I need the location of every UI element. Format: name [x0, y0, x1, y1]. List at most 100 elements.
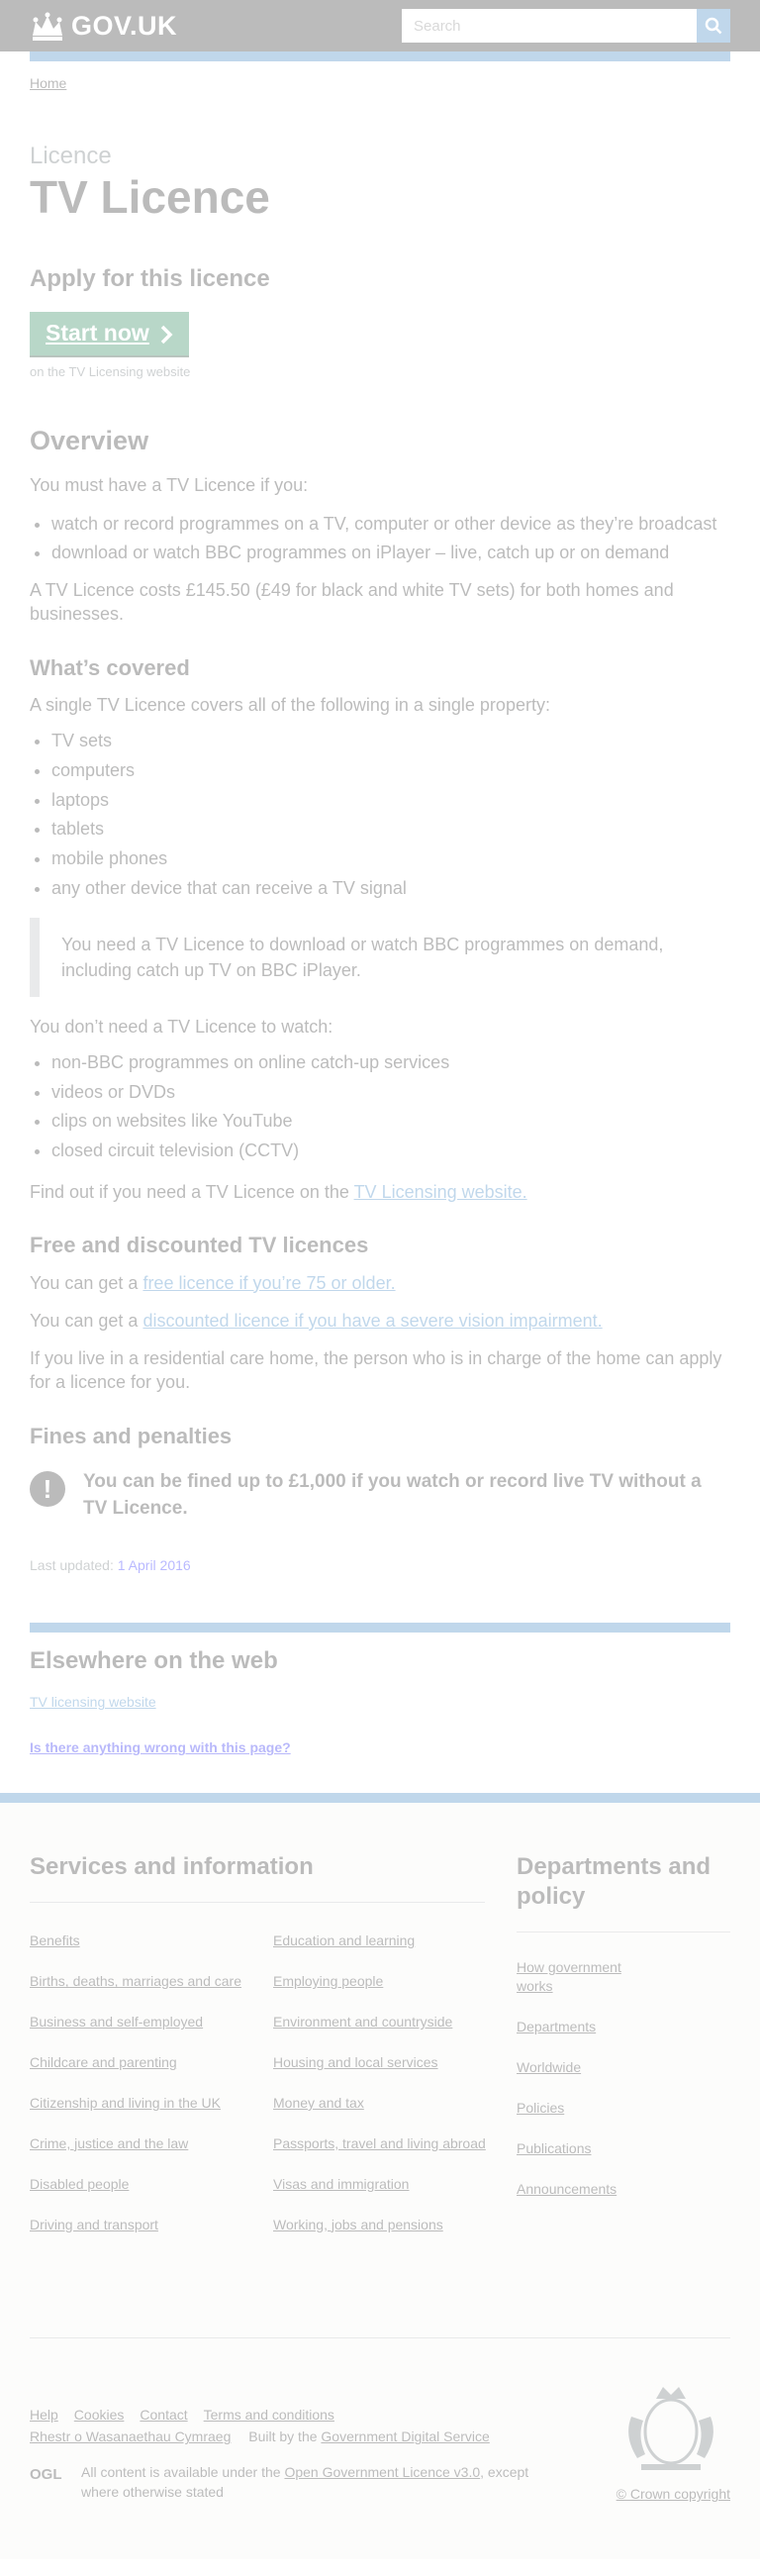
page-title: TV Licence [30, 171, 270, 223]
list-item: non-BBC programmes on online catch-up se… [51, 1048, 730, 1078]
page-caption: Licence [30, 143, 112, 169]
start-now-button[interactable]: Start now [30, 311, 189, 355]
footer-link[interactable]: Policies [517, 2099, 645, 2118]
footer-link[interactable]: Departments [517, 2018, 645, 2036]
covered-intro: A single TV Licence covers all of the fo… [30, 695, 550, 716]
footer-link[interactable]: Business and self-employed [30, 2013, 247, 2031]
not-needed-list: non-BBC programmes on online catch-up se… [30, 1048, 730, 1166]
free-licence-link[interactable]: free licence if you’re 75 or older. [142, 1273, 395, 1293]
help-link[interactable]: Help [30, 2407, 58, 2423]
ogl-logo-icon: OGL [30, 2465, 69, 2483]
built-by-prefix: Built by the [248, 2428, 322, 2445]
related-links: Elsewhere on the web TV licensing websit… [30, 1623, 730, 1712]
footer-link[interactable]: Crime, justice and the law [30, 2134, 247, 2153]
list-item: laptops [51, 786, 730, 816]
footer-link[interactable]: Money and tax [273, 2094, 491, 2113]
breadcrumb: Home [30, 75, 730, 91]
apply-heading: Apply for this licence [30, 264, 270, 292]
crown-copyright: © Crown copyright [617, 2486, 730, 2502]
free-licence-text: You can get a free licence if you’re 75 … [30, 1271, 730, 1295]
list-item: TV sets [51, 727, 730, 756]
overview-heading: Overview [30, 425, 149, 455]
warning-callout: ! You can be fined up to £1,000 if you w… [30, 1469, 730, 1522]
last-updated-date: 1 April 2016 [117, 1557, 191, 1574]
cookies-link[interactable]: Cookies [74, 2407, 125, 2423]
footer-link[interactable]: How government works [517, 1958, 645, 1996]
footer-link[interactable]: Childcare and parenting [30, 2053, 247, 2072]
terms-link[interactable]: Terms and conditions [204, 2407, 334, 2423]
footer-link[interactable]: Worldwide [517, 2058, 645, 2077]
warning-text: You can be fined up to £1,000 if you wat… [83, 1471, 702, 1519]
related-heading: Elsewhere on the web [30, 1647, 278, 1675]
footer-divider [30, 2337, 730, 2339]
crown-icon [30, 12, 65, 42]
royal-coat-of-arms-icon [612, 2377, 730, 2476]
list-item: watch or record programmes on a TV, comp… [51, 510, 730, 540]
services-heading: Services and information [30, 1852, 485, 1904]
footer-link[interactable]: Employing people [273, 1972, 491, 1991]
footer-meta-links: Help Cookies Contact Terms and condition… [30, 2407, 334, 2423]
licence-text: All content is available under the Open … [81, 2463, 536, 2502]
footer-link[interactable]: Driving and transport [30, 2216, 247, 2234]
licence-prefix: All content is available under the [81, 2464, 285, 2481]
related-tv-licensing-link[interactable]: TV licensing website [30, 1694, 156, 1710]
svg-text:OGL: OGL [30, 2466, 62, 2481]
not-needed-intro: You don’t need a TV Licence to watch: [30, 1016, 333, 1037]
footer-link[interactable]: Education and learning [273, 1932, 491, 1950]
list-item: clips on websites like YouTube [51, 1107, 730, 1137]
footer-link[interactable]: Visas and immigration [273, 2175, 491, 2194]
contact-link[interactable]: Contact [140, 2407, 187, 2423]
chevron-right-icon [159, 324, 173, 344]
warning-icon: ! [30, 1471, 65, 1508]
footer-link[interactable]: Housing and local services [273, 2053, 491, 2072]
site-footer: Services and information Benefits Births… [0, 1793, 760, 2560]
header-rule [30, 51, 730, 61]
free-prefix: You can get a [30, 1272, 143, 1293]
list-item: download or watch BBC programmes on iPla… [51, 539, 730, 568]
logo-text: GOV.UK [71, 11, 178, 41]
footer-link[interactable]: Disabled people [30, 2175, 247, 2194]
list-item: any other device that can receive a TV s… [51, 874, 730, 904]
footer-link[interactable]: Announcements [517, 2180, 645, 2199]
footer-link[interactable]: Environment and countryside [273, 2013, 491, 2031]
start-button-note: on the TV Licensing website [30, 363, 191, 379]
departments-section: Departments and policy How government wo… [517, 1852, 730, 2220]
breadcrumb-home[interactable]: Home [30, 75, 66, 91]
list-item: videos or DVDs [51, 1078, 730, 1108]
search-icon [705, 17, 722, 35]
discount-licence-text: You can get a discounted licence if you … [30, 1309, 730, 1333]
footer-link[interactable]: Publications [517, 2139, 645, 2158]
footer-link[interactable]: Passports, travel and living abroad [273, 2134, 491, 2153]
welsh-and-built-by: Rhestr o Wasanaethau Cymraeg Built by th… [30, 2428, 490, 2444]
list-item: mobile phones [51, 844, 730, 874]
inset-text: You need a TV Licence to download or wat… [30, 917, 730, 997]
covered-heading: What’s covered [30, 654, 190, 680]
footer-link[interactable]: Citizenship and living in the UK [30, 2094, 247, 2113]
list-item: closed circuit television (CCTV) [51, 1137, 730, 1166]
overview-cost: A TV Licence costs £145.50 (£49 for blac… [30, 580, 674, 625]
crown-copyright-link[interactable]: © Crown copyright [617, 2486, 730, 2502]
ogl-licence-link[interactable]: Open Government Licence v3.0 [284, 2464, 480, 2480]
overview-intro: You must have a TV Licence if you: [30, 475, 309, 496]
search-button[interactable] [697, 9, 730, 43]
discount-prefix: You can get a [30, 1310, 143, 1331]
tv-licensing-website-link[interactable]: TV Licensing website. [354, 1182, 527, 1202]
main-content: Home Licence TV Licence Apply for this l… [0, 75, 760, 1757]
footer-link[interactable]: Working, jobs and pensions [273, 2216, 491, 2234]
search-input[interactable] [402, 9, 697, 43]
find-out-text: Find out if you need a TV Licence on the… [30, 1180, 730, 1204]
discounts-heading: Free and discounted TV licences [30, 1233, 369, 1258]
site-header: GOV.UK [0, 0, 760, 51]
services-column-1: Benefits Births, deaths, marriages and c… [30, 1932, 247, 2255]
services-section: Services and information [30, 1852, 485, 1904]
report-problem-link[interactable]: Is there anything wrong with this page? [30, 1739, 291, 1755]
footer-link[interactable]: Benefits [30, 1932, 247, 1950]
footer-link[interactable]: Births, deaths, marriages and care [30, 1972, 247, 1991]
covered-list: TV sets computers laptops tablets mobile… [30, 727, 730, 903]
govuk-logo-link[interactable]: GOV.UK [30, 11, 177, 42]
find-out-prefix: Find out if you need a TV Licence on the [30, 1181, 354, 1202]
welsh-services-link[interactable]: Rhestr o Wasanaethau Cymraeg [30, 2428, 231, 2444]
gds-link[interactable]: Government Digital Service [321, 2428, 489, 2444]
last-updated-label: Last updated: [30, 1557, 114, 1574]
discounted-licence-link[interactable]: discounted licence if you have a severe … [142, 1311, 602, 1331]
